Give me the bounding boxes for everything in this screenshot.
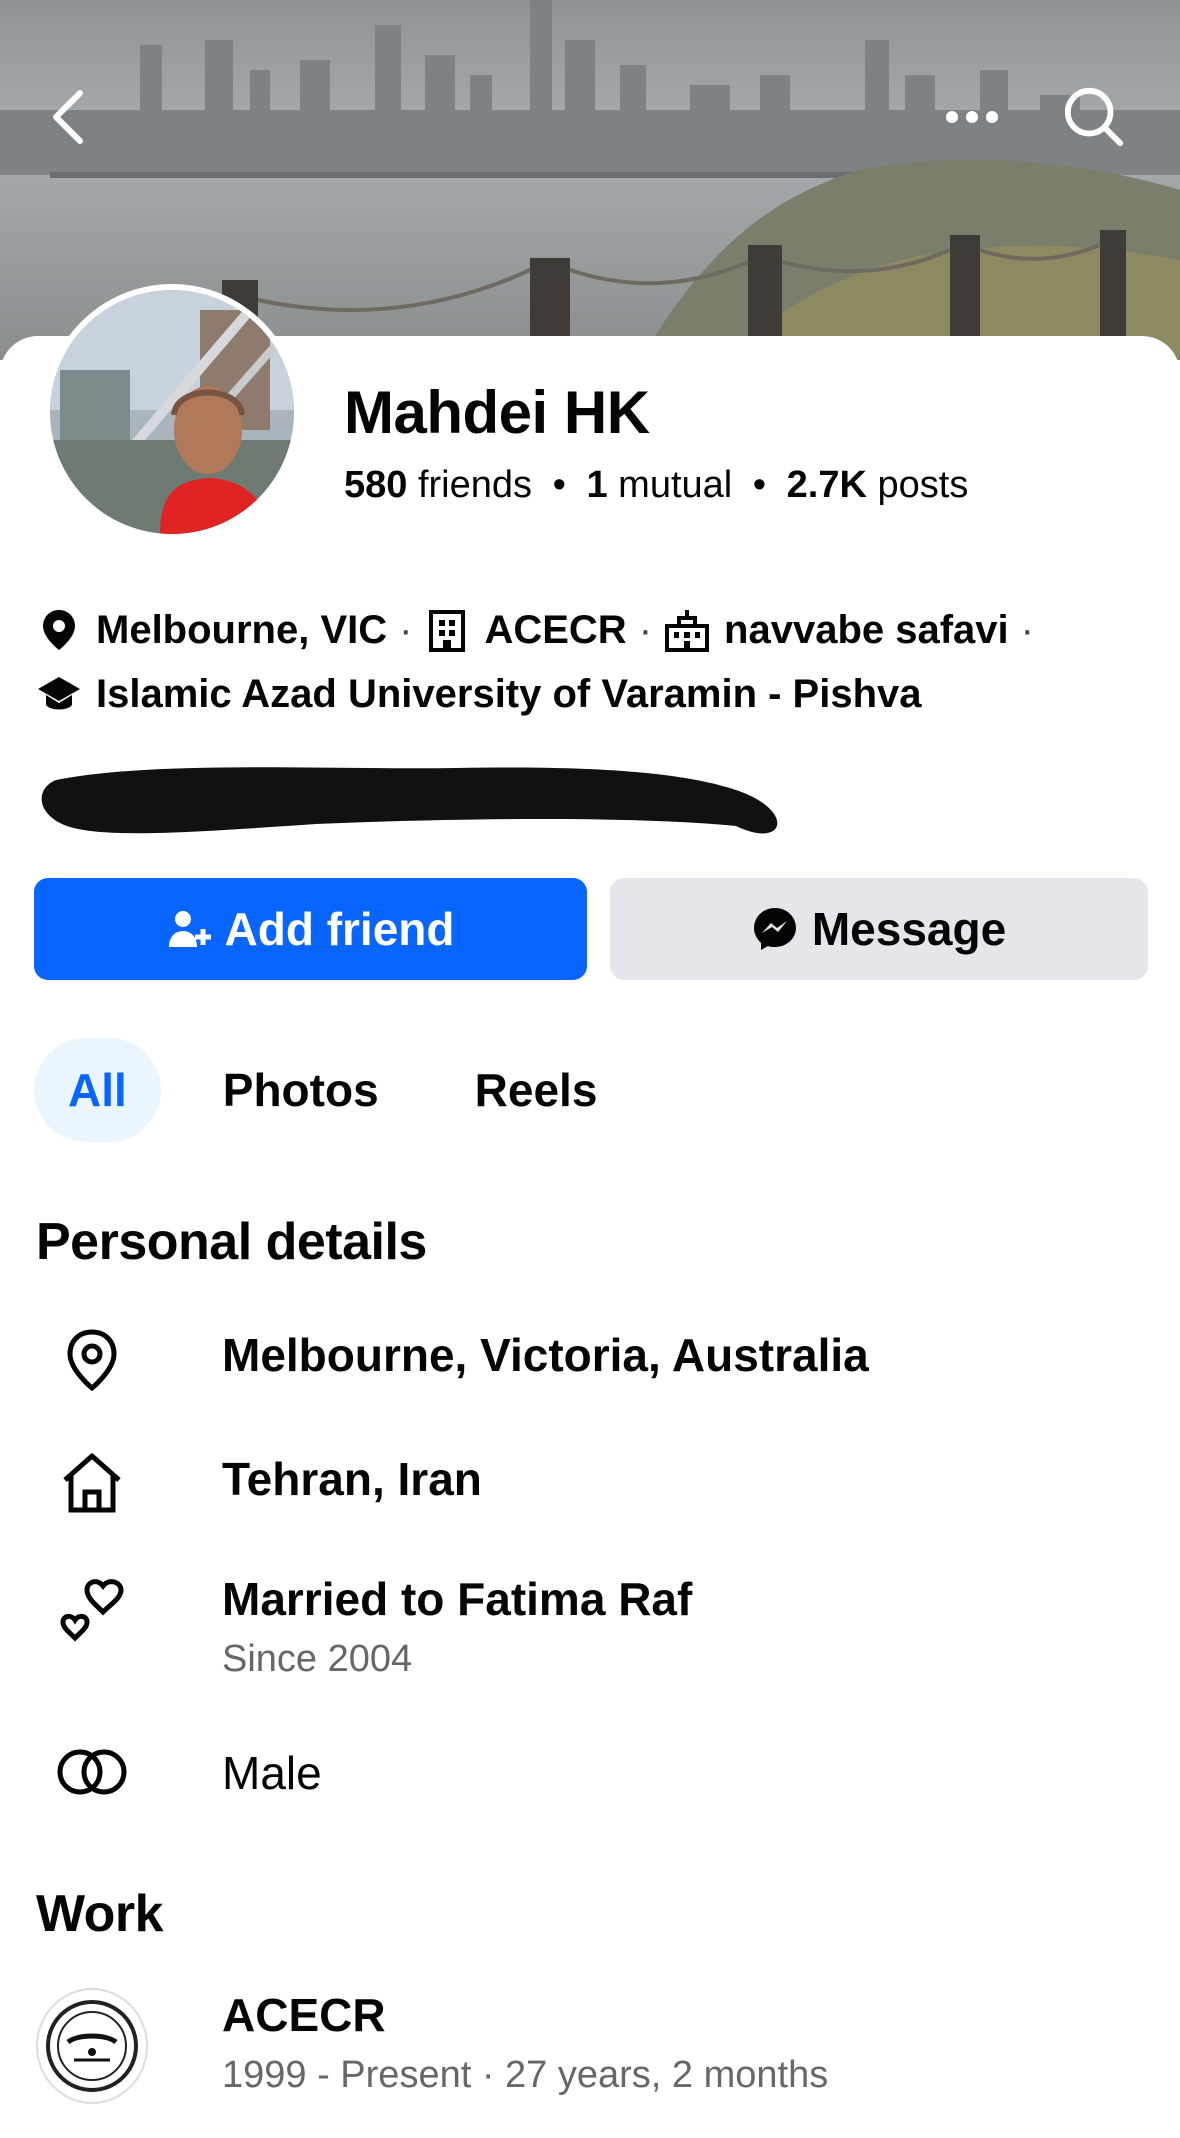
employer-name[interactable]: ACECR: [222, 1988, 828, 2042]
separator-dot: ·: [399, 608, 413, 652]
add-friend-button[interactable]: Add friend: [34, 878, 587, 980]
detail-gender: Male: [36, 1746, 1146, 1800]
messenger-icon: [752, 906, 798, 952]
building-icon: [424, 607, 470, 653]
more-options-button[interactable]: [940, 85, 1004, 149]
location-pin-outline-icon: [36, 1328, 148, 1392]
separator-dot: ·: [1020, 608, 1034, 652]
intro-workplace[interactable]: ACECR: [484, 598, 626, 662]
separator-dot: ·: [638, 608, 653, 652]
school-building-icon: [664, 607, 710, 653]
detail-from: Tehran, Iran: [36, 1452, 1146, 1514]
acecr-logo: [36, 1988, 148, 2104]
personal-details-heading: Personal details: [36, 1213, 427, 1271]
detail-relationship: Married to Fatima Raf Since 2004: [36, 1572, 1146, 1681]
hearts-icon: [36, 1572, 148, 1642]
intro-location[interactable]: Melbourne, VIC: [96, 598, 387, 662]
avatar-image: [50, 290, 294, 534]
mutual-label[interactable]: mutual: [618, 464, 732, 506]
search-button[interactable]: [1062, 85, 1126, 149]
add-person-icon: [167, 907, 211, 951]
more-horizontal-icon: [946, 111, 998, 123]
from-text[interactable]: Tehran, Iran: [222, 1452, 482, 1506]
profile-name: Mahdei HK: [344, 379, 650, 446]
profile-avatar[interactable]: [44, 284, 300, 540]
profile-tabs: All Photos Reels: [34, 1038, 659, 1142]
add-friend-label: Add friend: [224, 903, 455, 955]
friends-count[interactable]: 580: [344, 464, 407, 506]
location-pin-icon: [36, 607, 82, 653]
posts-label: posts: [877, 464, 969, 506]
profile-stats: 580 friends • 1 mutual • 2.7K posts: [344, 464, 968, 507]
message-label: Message: [811, 903, 1007, 955]
redacted-text: [36, 740, 796, 865]
graduation-cap-icon: [36, 671, 82, 717]
separator-dot: •: [752, 464, 767, 506]
tab-all[interactable]: All: [34, 1038, 161, 1142]
gender-rings-icon: [36, 1746, 148, 1798]
intro-university[interactable]: Islamic Azad University of Varamin - Pis…: [96, 662, 922, 726]
work-duration: 1999 - Present · 27 years, 2 months: [222, 2054, 829, 2096]
work-item[interactable]: ACECR 1999 - Present · 27 years, 2 month…: [36, 1988, 1146, 2104]
posts-count: 2.7K: [786, 464, 867, 506]
intro-school[interactable]: navvabe safavi: [724, 598, 1009, 662]
intro-section: Melbourne, VIC · ACECR · navvabe safavi …: [36, 598, 1166, 726]
lives-in-text[interactable]: Melbourne, Victoria, Australia: [222, 1328, 869, 1382]
relationship-since: Since 2004: [222, 1638, 413, 1680]
search-icon: [1064, 87, 1124, 147]
intro-row: Melbourne, VIC · ACECR · navvabe safavi …: [36, 598, 1166, 662]
chevron-left-icon: [53, 90, 83, 144]
back-button[interactable]: [36, 85, 100, 149]
mutual-count[interactable]: 1: [586, 464, 607, 506]
gender-text: Male: [222, 1747, 322, 1799]
friends-label[interactable]: friends: [418, 464, 532, 506]
detail-lives-in: Melbourne, Victoria, Australia: [36, 1328, 1146, 1392]
work-heading: Work: [36, 1885, 164, 1943]
intro-row: Islamic Azad University of Varamin - Pis…: [36, 662, 1166, 726]
tab-reels[interactable]: Reels: [441, 1038, 632, 1142]
home-icon: [36, 1452, 148, 1514]
relationship-text[interactable]: Married to Fatima Raf: [222, 1572, 692, 1626]
separator-dot: •: [552, 464, 566, 506]
message-button[interactable]: Message: [610, 878, 1148, 980]
tab-photos[interactable]: Photos: [189, 1038, 413, 1142]
